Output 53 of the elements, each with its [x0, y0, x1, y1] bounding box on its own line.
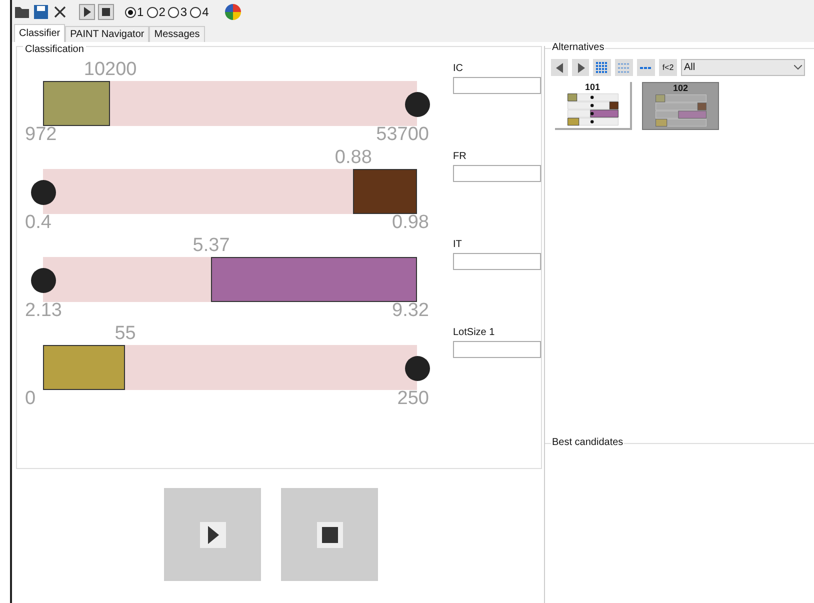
group-title: Alternatives: [551, 43, 606, 53]
dotted-grid-icon: [618, 62, 630, 72]
min-label: 972: [25, 124, 57, 146]
criterion-label: FR: [453, 150, 468, 163]
grid-icon: [596, 62, 608, 74]
bar-value: 10200: [84, 59, 137, 81]
radio-option[interactable]: 4: [190, 3, 209, 21]
line-view-button[interactable]: [637, 59, 655, 76]
tab[interactable]: PAINT Navigator: [65, 26, 150, 42]
criterion-input[interactable]: [453, 165, 541, 182]
stop-icon: [316, 522, 342, 548]
min-label: 0.4: [25, 212, 52, 234]
right-arrow-icon: [576, 62, 584, 72]
radio-option[interactable]: 1: [125, 3, 144, 21]
bar-value: 0.88: [334, 147, 372, 169]
radio-option[interactable]: 3: [168, 3, 188, 21]
stop-icon[interactable]: [98, 4, 114, 20]
bar-value: 5.37: [192, 235, 230, 257]
play-icon[interactable]: [79, 4, 95, 20]
max-label: 250: [397, 388, 429, 410]
grid-view-button[interactable]: [593, 59, 611, 76]
group-title: Best candidates: [551, 438, 624, 448]
min-label: 2.13: [25, 300, 62, 322]
folder-icon[interactable]: [14, 4, 30, 20]
radio-option[interactable]: 2: [146, 3, 166, 21]
dashed-line-icon: [640, 66, 652, 70]
next-button[interactable]: [572, 59, 589, 76]
stop-button[interactable]: [281, 488, 378, 581]
previous-button[interactable]: [551, 59, 568, 76]
criterion-label: IT: [453, 238, 463, 251]
criterion-input[interactable]: [453, 77, 541, 94]
criterion-input[interactable]: [453, 253, 541, 270]
criterion-label: LotSize 1: [453, 326, 496, 339]
chevron-down-icon: [794, 65, 802, 70]
min-label: 0: [25, 388, 36, 410]
filter-button[interactable]: f<2: [659, 59, 677, 76]
bar-value: 55: [114, 323, 136, 345]
left-arrow-icon: [556, 62, 564, 72]
group-title: Classification: [23, 45, 86, 55]
alternative-card[interactable]: 102: [642, 82, 719, 130]
alternative-card[interactable]: 101: [555, 82, 632, 130]
criterion-input[interactable]: [453, 341, 541, 358]
filter-dropdown[interactable]: All: [681, 59, 805, 76]
tab[interactable]: Classifier: [14, 24, 66, 42]
max-label: 0.98: [392, 212, 429, 234]
max-label: 53700: [376, 124, 429, 146]
max-label: 9.32: [392, 300, 429, 322]
criterion-label: IC: [453, 62, 464, 75]
tab[interactable]: Messages: [149, 26, 205, 42]
close-icon[interactable]: [52, 4, 68, 20]
play-icon: [200, 522, 226, 548]
save-icon[interactable]: [33, 4, 49, 20]
color-wheel-icon[interactable]: [224, 3, 242, 21]
